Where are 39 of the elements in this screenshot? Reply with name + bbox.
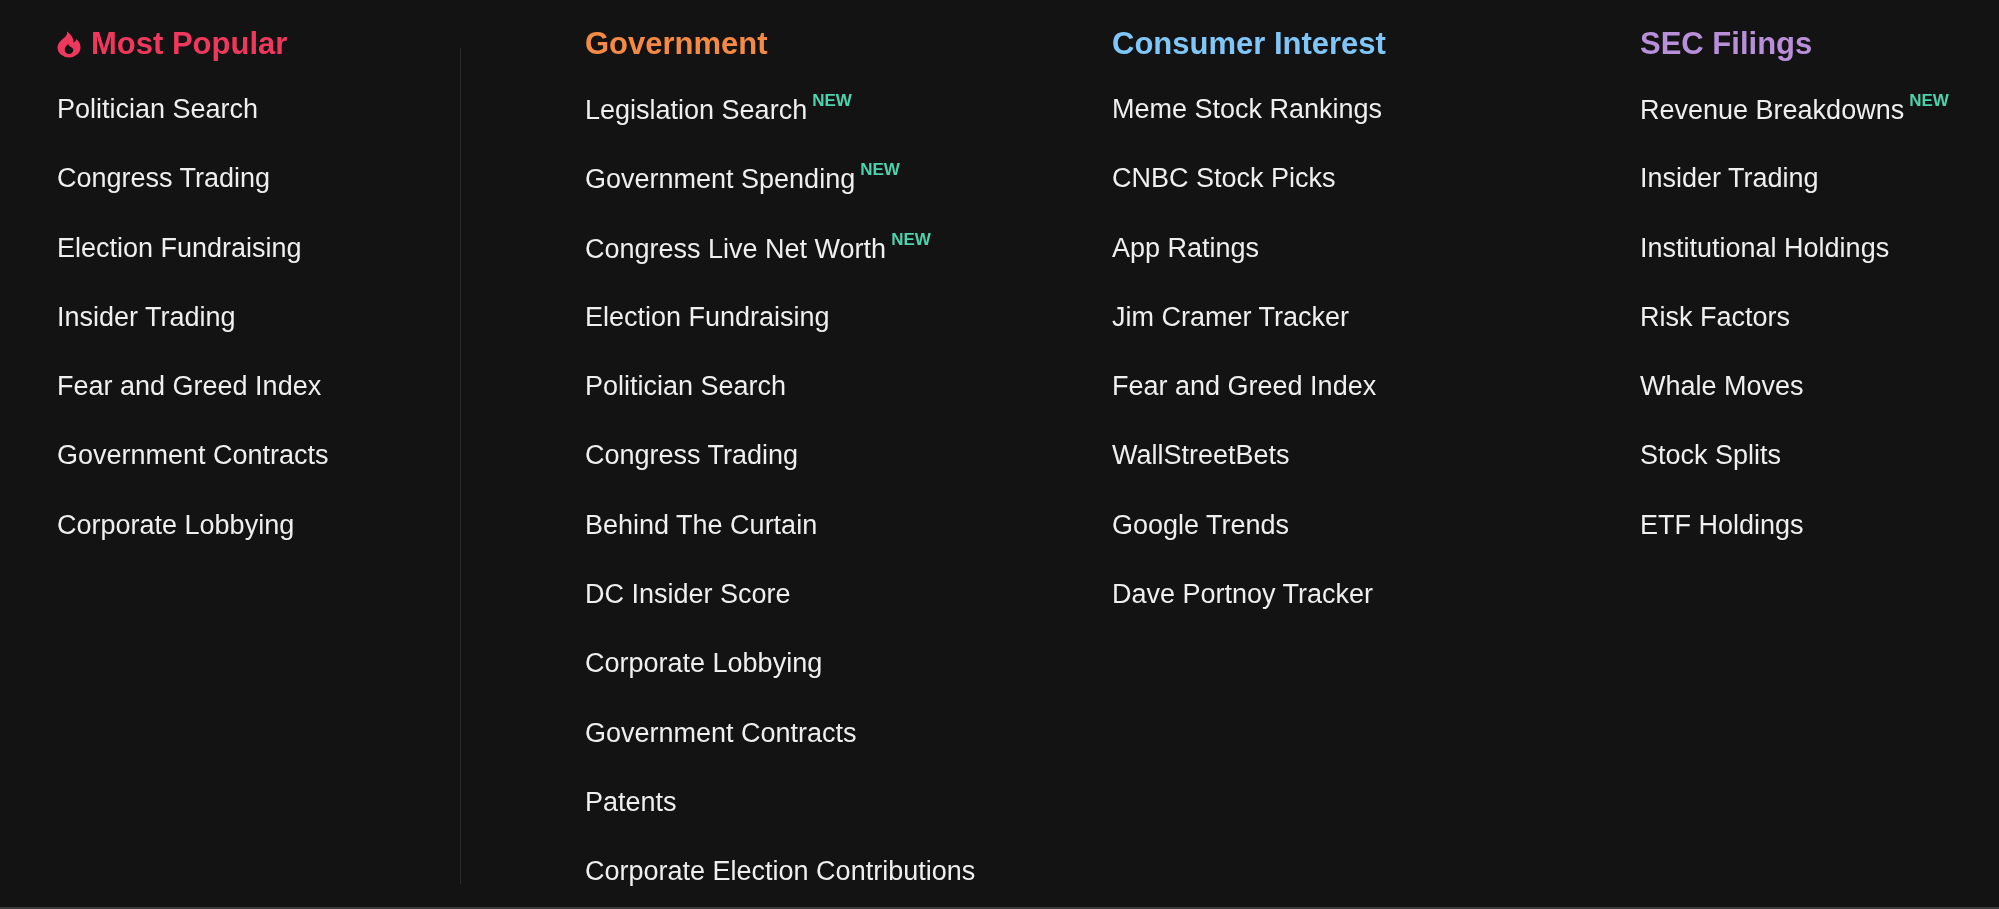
nav-link[interactable]: Fear and Greed Index: [1112, 370, 1377, 403]
section-heading: Consumer Interest: [1112, 25, 1386, 63]
nav-link[interactable]: CNBC Stock Picks: [1112, 162, 1336, 195]
nav-link[interactable]: Jim Cramer Tracker: [1112, 300, 1349, 333]
section-heading: Government: [585, 25, 768, 63]
nav-link[interactable]: Corporate Lobbying: [57, 508, 295, 541]
new-label: NEW: [860, 161, 900, 179]
nav-link[interactable]: Corporate Election Contributions: [585, 855, 976, 888]
nav-link[interactable]: Politician Search: [57, 93, 259, 125]
nav-link[interactable]: Fear and Greed Index: [57, 370, 322, 403]
new-label: NEW: [812, 92, 852, 109]
nav-link[interactable]: Patents: [585, 785, 677, 818]
new-label: NEW: [1909, 92, 1949, 109]
nav-link[interactable]: Corporate Lobbying: [585, 647, 823, 680]
nav-link[interactable]: Insider Trading: [1640, 162, 1819, 195]
flame-icon: [57, 30, 81, 58]
new-label: NEW: [891, 230, 931, 248]
nav-link[interactable]: Election Fundraising: [57, 231, 302, 264]
nav-link[interactable]: WallStreetBets: [1112, 439, 1290, 472]
nav-link[interactable]: Insider Trading: [57, 300, 236, 333]
nav-link[interactable]: Risk Factors: [1640, 300, 1791, 333]
nav-link[interactable]: Congress Trading: [57, 162, 271, 195]
nav-link[interactable]: Google Trends: [1112, 508, 1290, 541]
nav-link[interactable]: Election Fundraising: [585, 300, 830, 333]
nav-link[interactable]: Government Contracts: [585, 716, 857, 749]
nav-link[interactable]: Stock Splits: [1640, 439, 1782, 472]
section-heading: Most Popular: [91, 25, 288, 63]
nav-link[interactable]: Dave Portnoy Tracker: [1112, 578, 1374, 611]
section-heading: SEC Filings: [1640, 25, 1813, 63]
nav-link[interactable]: Congress Trading: [585, 439, 799, 472]
nav-link[interactable]: DC Insider Score: [585, 578, 791, 611]
nav-link[interactable]: ETF Holdings: [1640, 508, 1804, 541]
nav-link[interactable]: Institutional Holdings: [1640, 231, 1890, 264]
nav-link[interactable]: App Ratings: [1112, 231, 1260, 264]
nav-link[interactable]: Politician Search: [585, 370, 787, 403]
nav-link[interactable]: Government Contracts: [57, 439, 329, 472]
nav-link[interactable]: Whale Moves: [1640, 370, 1804, 403]
nav-link[interactable]: Behind The Curtain: [585, 508, 818, 541]
nav-link[interactable]: Meme Stock Rankings: [1112, 93, 1383, 125]
